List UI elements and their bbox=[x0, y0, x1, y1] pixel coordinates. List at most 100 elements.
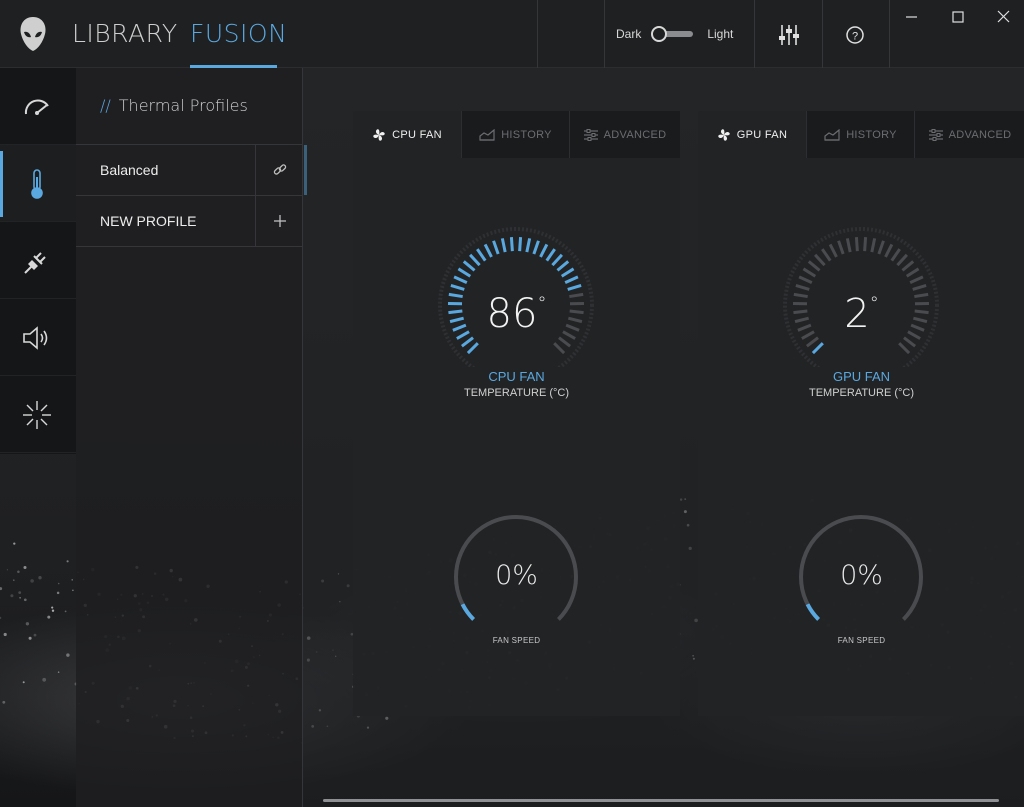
particle bbox=[0, 616, 2, 620]
theme-light-label: Light bbox=[707, 27, 734, 41]
theme-switch[interactable] bbox=[649, 22, 697, 46]
gauge-tick bbox=[811, 342, 824, 355]
thermometer-icon bbox=[31, 169, 43, 199]
rail-item-power[interactable] bbox=[0, 222, 76, 299]
equalizer-settings-icon[interactable] bbox=[776, 22, 802, 48]
gauge-tick bbox=[525, 238, 532, 253]
panel-title-text: Thermal Profiles bbox=[118, 96, 248, 115]
gauge-tick bbox=[870, 238, 877, 253]
add-profile-button[interactable] bbox=[255, 196, 303, 246]
gauge-tick bbox=[901, 260, 915, 272]
particle bbox=[66, 653, 70, 657]
gauge-tick bbox=[457, 267, 472, 278]
fan-speed-label: FAN SPEED bbox=[837, 636, 886, 645]
fan-arc-fill bbox=[805, 603, 821, 621]
gauge-tick bbox=[798, 275, 813, 285]
particle bbox=[22, 681, 25, 684]
particle bbox=[18, 591, 22, 594]
gauge-tick bbox=[476, 248, 487, 262]
tab-advanced[interactable]: ADVANCED bbox=[915, 111, 1024, 158]
gauge-tick bbox=[863, 237, 868, 252]
particle bbox=[0, 587, 3, 591]
rail-item-lighting[interactable] bbox=[0, 376, 76, 453]
tab-gpu-fan[interactable]: GPU FAN bbox=[698, 111, 807, 158]
card-tabs: GPU FAN HISTORY ADVANCED bbox=[698, 111, 1024, 158]
particle bbox=[6, 569, 9, 571]
particle bbox=[56, 591, 60, 595]
particle bbox=[42, 677, 47, 682]
minimize-icon[interactable] bbox=[888, 0, 934, 34]
gauge-tick bbox=[560, 267, 575, 278]
profile-balanced[interactable]: Balanced bbox=[76, 144, 307, 195]
gauge-tick bbox=[469, 253, 481, 267]
gauge-tick bbox=[898, 342, 911, 355]
particle bbox=[28, 636, 32, 640]
temperature-value: 86° bbox=[353, 291, 680, 337]
help-icon[interactable]: ? bbox=[842, 22, 868, 48]
gauge-tick bbox=[450, 284, 465, 291]
gauge-tick bbox=[556, 260, 570, 272]
history-chart-icon bbox=[479, 128, 495, 141]
gauge-tick bbox=[539, 243, 549, 258]
maximize-icon[interactable] bbox=[934, 0, 980, 34]
thermal-profiles-panel: // Thermal Profiles Balanced NEW PROFILE bbox=[76, 68, 307, 807]
performance-gauge-icon bbox=[24, 99, 49, 115]
fan-arc-fill bbox=[460, 603, 476, 621]
particle bbox=[3, 632, 7, 637]
gauge-subtitle: TEMPERATURE (°C) bbox=[463, 387, 570, 399]
rail-item-performance[interactable] bbox=[0, 68, 76, 145]
gauge-tick bbox=[551, 253, 563, 267]
particle bbox=[30, 579, 34, 583]
tab-label: HISTORY bbox=[846, 128, 897, 141]
gauge-tick bbox=[466, 342, 479, 355]
divider bbox=[604, 0, 605, 68]
gauge-tick bbox=[877, 240, 885, 255]
gauge-tick bbox=[884, 243, 894, 258]
rail-item-thermal[interactable] bbox=[0, 145, 76, 222]
fan-icon bbox=[718, 128, 730, 141]
rail-item-audio[interactable] bbox=[0, 299, 76, 376]
tab-library[interactable]: LIBRARY bbox=[72, 0, 177, 68]
divider bbox=[822, 0, 823, 68]
particle bbox=[38, 576, 42, 580]
gauge-tick bbox=[553, 342, 566, 355]
particle bbox=[17, 570, 20, 573]
speaker-icon bbox=[23, 326, 48, 350]
tab-advanced[interactable]: ADVANCED bbox=[570, 111, 680, 158]
temperature-number: 2 bbox=[844, 291, 870, 337]
gauge-tick bbox=[483, 243, 493, 258]
close-icon[interactable] bbox=[980, 0, 1024, 34]
gauge-tick bbox=[854, 237, 859, 252]
degree-symbol: ° bbox=[537, 292, 547, 314]
fan-icon bbox=[373, 128, 385, 141]
gauge-tick bbox=[828, 243, 838, 258]
particle bbox=[23, 598, 27, 602]
fan-speed-value: 0% bbox=[840, 560, 883, 591]
gauge-name: GPU FAN bbox=[832, 369, 891, 384]
profile-new[interactable]: NEW PROFILE bbox=[76, 195, 303, 246]
tab-label: HISTORY bbox=[501, 128, 552, 141]
tab-history[interactable]: HISTORY bbox=[462, 111, 570, 158]
tab-cpu-fan[interactable]: CPU FAN bbox=[353, 111, 462, 158]
horizontal-scrollbar[interactable] bbox=[323, 799, 999, 802]
power-plug-icon bbox=[24, 252, 46, 274]
tab-fusion[interactable]: FUSION bbox=[190, 0, 287, 68]
temperature-value: 2° bbox=[698, 291, 1024, 337]
particle bbox=[66, 560, 69, 563]
gauge-tick bbox=[845, 238, 852, 253]
particle bbox=[51, 609, 55, 612]
gauge-tick bbox=[462, 260, 476, 272]
gauge-tick bbox=[509, 237, 514, 252]
gauge-tick bbox=[532, 240, 540, 255]
gauge-tick bbox=[460, 336, 474, 348]
profile-link-button[interactable] bbox=[255, 145, 303, 195]
particle bbox=[13, 542, 16, 545]
profile-label: Balanced bbox=[100, 162, 159, 178]
particle bbox=[57, 671, 60, 673]
gauge-tick bbox=[807, 260, 821, 272]
lighting-burst-icon bbox=[23, 401, 51, 429]
tab-history[interactable]: HISTORY bbox=[807, 111, 915, 158]
gauge-tick bbox=[558, 336, 572, 348]
particle bbox=[10, 594, 14, 598]
gauge-tick bbox=[805, 336, 819, 348]
